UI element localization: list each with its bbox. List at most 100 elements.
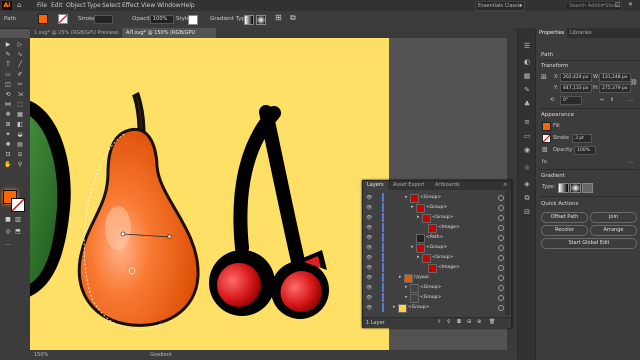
clipping-mask-icon[interactable]: ◘ bbox=[457, 319, 461, 325]
join-button[interactable]: Join bbox=[590, 212, 637, 223]
expand-arrow-icon[interactable]: ▸ bbox=[417, 254, 420, 260]
tab-artboards[interactable]: Artboards bbox=[431, 181, 463, 190]
fill-swatch[interactable] bbox=[38, 14, 48, 24]
rotate-tool-icon[interactable]: ⟲ bbox=[3, 91, 13, 99]
shape-builder-tool-icon[interactable]: ✥ bbox=[3, 111, 13, 119]
close-window-button[interactable]: ✕ bbox=[628, 1, 633, 8]
start-global-edit-button[interactable]: Start Global Edit bbox=[541, 238, 637, 249]
mesh-tool-icon[interactable]: ⊞ bbox=[3, 121, 13, 129]
menu-edit[interactable]: Edit bbox=[51, 2, 63, 9]
recolor-button[interactable]: Recolor bbox=[541, 225, 588, 236]
layer-row[interactable]: 👁 ▸ <Group> bbox=[363, 203, 511, 213]
zoom-tool-icon[interactable]: ⚲ bbox=[15, 161, 25, 169]
edit-toolbar-icon[interactable]: … bbox=[3, 240, 13, 248]
menu-window[interactable]: Window bbox=[157, 2, 181, 9]
target-circle-icon[interactable] bbox=[498, 205, 504, 211]
layer-row[interactable]: 👁 <Image> bbox=[363, 263, 511, 273]
symbols-panel-icon[interactable]: ♣ bbox=[522, 100, 532, 109]
visibility-eye-icon[interactable]: 👁 bbox=[366, 265, 372, 271]
visibility-eye-icon[interactable]: 👁 bbox=[366, 295, 372, 301]
expand-arrow-icon[interactable]: ▸ bbox=[417, 214, 420, 220]
target-circle-icon[interactable] bbox=[498, 275, 504, 281]
draw-normal-icon[interactable]: ◎ bbox=[3, 228, 13, 236]
target-circle-icon[interactable] bbox=[498, 245, 504, 251]
angle-field[interactable]: 0° bbox=[560, 96, 582, 105]
gradient-panel-icon[interactable]: ▭ bbox=[522, 132, 532, 141]
expand-arrow-icon[interactable]: ▸ bbox=[405, 294, 408, 300]
stroke-weight-field[interactable] bbox=[94, 15, 113, 24]
opacity-field[interactable]: 100% bbox=[150, 15, 174, 24]
gradient-linear-icon[interactable] bbox=[244, 15, 254, 25]
artboards-panel-icon[interactable]: ⧉ bbox=[522, 194, 532, 203]
appearance-panel-icon[interactable]: ☼ bbox=[522, 164, 532, 173]
gradient-mode-icon[interactable]: ▥ bbox=[13, 216, 23, 224]
tab-asset-export[interactable]: Asset Export bbox=[389, 181, 429, 190]
visibility-eye-icon[interactable]: 👁 bbox=[366, 205, 372, 211]
new-layer-icon[interactable]: ⊕ bbox=[477, 319, 481, 325]
gradient-radial-icon[interactable] bbox=[256, 15, 266, 25]
delete-layer-icon[interactable]: 🗑 bbox=[489, 319, 495, 325]
hand-tool-icon[interactable]: ✋ bbox=[3, 161, 13, 169]
locate-object-icon[interactable]: ⚲ bbox=[447, 319, 451, 325]
target-circle-icon[interactable] bbox=[498, 285, 504, 291]
pen-tool-icon[interactable]: ✎ bbox=[3, 51, 13, 59]
visibility-eye-icon[interactable]: 👁 bbox=[366, 275, 372, 281]
fx-button[interactable]: fx. bbox=[542, 159, 548, 165]
menu-effect[interactable]: Effect bbox=[122, 2, 139, 9]
gradient-linear-icon[interactable] bbox=[558, 183, 569, 193]
stroke-weight-field[interactable]: 3 pt bbox=[572, 134, 592, 143]
x-field[interactable]: 202,424 px bbox=[560, 73, 592, 82]
pear-shape[interactable] bbox=[77, 91, 200, 331]
layers-panel-icon[interactable]: ◈ bbox=[522, 180, 532, 189]
menu-view[interactable]: View bbox=[141, 2, 155, 9]
layer-row[interactable]: 👁 ▸ груша bbox=[363, 273, 511, 283]
gradient-freeform-icon[interactable] bbox=[582, 183, 593, 193]
selection-tool-icon[interactable]: ▶ bbox=[3, 41, 13, 49]
visibility-eye-icon[interactable]: 👁 bbox=[366, 305, 372, 311]
layer-row[interactable]: 👁 <Path> bbox=[363, 233, 511, 243]
layer-row[interactable]: 👁 ▸ <Group> bbox=[363, 193, 511, 203]
constrain-proportions-icon[interactable]: ⛓ bbox=[630, 79, 638, 86]
opacity-field[interactable]: 100% bbox=[574, 146, 596, 155]
tab-document-1[interactable]: 1.svg* @ 25% (RGB/GPU Preview) bbox=[30, 28, 122, 38]
menu-help[interactable]: Help bbox=[181, 2, 195, 9]
layer-row[interactable]: 👁 ▸ <Group> bbox=[363, 243, 511, 253]
target-circle-icon[interactable] bbox=[498, 255, 504, 261]
expand-arrow-icon[interactable]: ▸ bbox=[405, 194, 408, 200]
maximize-button[interactable]: □ bbox=[615, 1, 621, 8]
gradient-radial-icon[interactable] bbox=[570, 183, 581, 193]
scale-tool-icon[interactable]: ⇲ bbox=[15, 91, 25, 99]
reference-point-icon[interactable]: ⊞ bbox=[541, 73, 547, 81]
target-circle-icon[interactable] bbox=[498, 215, 504, 221]
stroke-swatch[interactable] bbox=[542, 134, 551, 143]
style-swatch[interactable] bbox=[188, 15, 198, 25]
blend-tool-icon[interactable]: ◒ bbox=[15, 131, 25, 139]
layer-row[interactable]: 👁 ▸ <Group> bbox=[363, 283, 511, 293]
symbol-sprayer-tool-icon[interactable]: ✺ bbox=[3, 141, 13, 149]
minimize-button[interactable]: – bbox=[602, 1, 605, 8]
line-tool-icon[interactable]: ╱ bbox=[15, 61, 25, 69]
workspace-switcher[interactable]: Essentials Classic ▾ bbox=[475, 1, 525, 11]
color-panel-icon[interactable]: ◐ bbox=[522, 58, 532, 67]
gradient-tool-icon[interactable]: ◧ bbox=[15, 121, 25, 129]
new-sublayer-icon[interactable]: ⊞ bbox=[467, 319, 471, 325]
eyedropper-tool-icon[interactable]: ✦ bbox=[3, 131, 13, 139]
more-options-icon[interactable]: … bbox=[628, 159, 633, 165]
visibility-eye-icon[interactable]: 👁 bbox=[366, 235, 372, 241]
pencil-tool-icon[interactable]: ✐ bbox=[15, 71, 25, 79]
type-tool-icon[interactable]: T bbox=[3, 61, 13, 69]
perspective-grid-tool-icon[interactable]: ▦ bbox=[15, 111, 25, 119]
tab-document-2[interactable]: AЛ.svg* @ 150% (RGB/GPU Preview) bbox=[122, 28, 216, 46]
target-circle-icon[interactable] bbox=[498, 195, 504, 201]
target-circle-icon[interactable] bbox=[498, 265, 504, 271]
column-graph-tool-icon[interactable]: ▤ bbox=[15, 141, 25, 149]
scissors-tool-icon[interactable]: ✂ bbox=[15, 81, 25, 89]
green-fruit-shape[interactable] bbox=[30, 98, 71, 300]
menu-type[interactable]: Type bbox=[87, 2, 101, 9]
cherry-shape[interactable] bbox=[209, 105, 329, 319]
swatches-panel-icon[interactable]: ▦ bbox=[522, 72, 532, 81]
visibility-eye-icon[interactable]: 👁 bbox=[366, 245, 372, 251]
h-field[interactable]: 275,379 px bbox=[599, 84, 631, 93]
more-options-icon[interactable]: … bbox=[628, 97, 633, 103]
properties-panel-icon[interactable]: ☰ bbox=[522, 42, 532, 51]
